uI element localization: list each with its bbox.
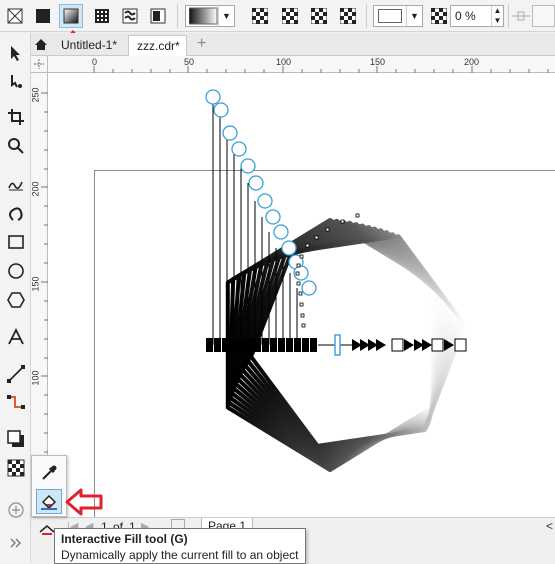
fill-stop-marker[interactable] (214, 338, 221, 352)
fill-stop-marker[interactable] (286, 338, 293, 352)
control-handle[interactable] (296, 263, 301, 268)
eyedropper-tool[interactable] (37, 461, 61, 485)
control-handle[interactable] (340, 219, 345, 224)
fill-stop-marker[interactable] (310, 338, 317, 352)
fill-tools-flyout (31, 455, 67, 517)
fill-stop-marker[interactable] (302, 338, 309, 352)
control-handle[interactable] (314, 235, 319, 240)
fill-end-node[interactable] (431, 338, 444, 352)
fill-direction-arrow[interactable] (404, 339, 414, 351)
control-handle[interactable] (301, 323, 306, 328)
fill-node-handle[interactable] (205, 89, 221, 105)
fill-direction-arrow[interactable] (376, 339, 386, 351)
fill-node-handle[interactable] (273, 224, 289, 240)
fill-stop-marker[interactable] (238, 338, 245, 352)
control-handle[interactable] (299, 302, 304, 307)
fill-stop-marker[interactable] (246, 338, 253, 352)
fill-node-handle[interactable] (248, 175, 264, 191)
scroll-left-icon[interactable]: < (546, 519, 553, 533)
fill-stop-marker[interactable] (278, 338, 285, 352)
fill-node-handle[interactable] (231, 141, 247, 157)
fill-node-handle[interactable] (265, 209, 281, 225)
control-handle[interactable] (325, 227, 330, 232)
fill-stop-marker[interactable] (206, 338, 213, 352)
expand-toolbox-button[interactable] (4, 531, 28, 555)
control-handle[interactable] (295, 271, 300, 276)
double-chevron-icon (10, 538, 21, 548)
control-handle[interactable] (300, 313, 305, 318)
fill-stop-marker[interactable] (262, 338, 269, 352)
control-handle[interactable] (355, 213, 360, 218)
control-handle[interactable] (305, 243, 310, 248)
fill-node-handle[interactable] (257, 193, 273, 209)
fill-node-handle[interactable] (240, 158, 256, 174)
control-handle[interactable] (296, 281, 301, 286)
midpoint-slider[interactable] (334, 334, 341, 356)
highlight-arrow-left (65, 488, 103, 516)
eyedropper-icon (42, 465, 57, 480)
tooltip-title: Interactive Fill tool (G) (61, 532, 188, 546)
fill-stop-marker[interactable] (270, 338, 277, 352)
fill-stop-marker[interactable] (294, 338, 301, 352)
fill-stop-marker[interactable] (222, 338, 229, 352)
drawing-artwork[interactable] (0, 0, 555, 517)
interactive-fill-tool[interactable] (36, 489, 62, 514)
control-handle[interactable] (298, 291, 303, 296)
paint-bucket-icon (41, 494, 57, 510)
fill-node-handle[interactable] (301, 280, 317, 296)
fill-node-handle[interactable] (281, 240, 297, 256)
fill-stop-marker[interactable] (230, 338, 237, 352)
fill-end-node[interactable] (391, 338, 404, 352)
fill-end-node[interactable] (454, 338, 467, 352)
control-handle[interactable] (299, 254, 304, 259)
tooltip: Interactive Fill tool (G) Dynamically ap… (54, 528, 306, 564)
fill-node-handle[interactable] (222, 125, 238, 141)
fill-node-handle[interactable] (213, 102, 229, 118)
tooltip-description: Dynamically apply the current fill to an… (61, 548, 299, 562)
fill-stop-marker[interactable] (254, 338, 261, 352)
